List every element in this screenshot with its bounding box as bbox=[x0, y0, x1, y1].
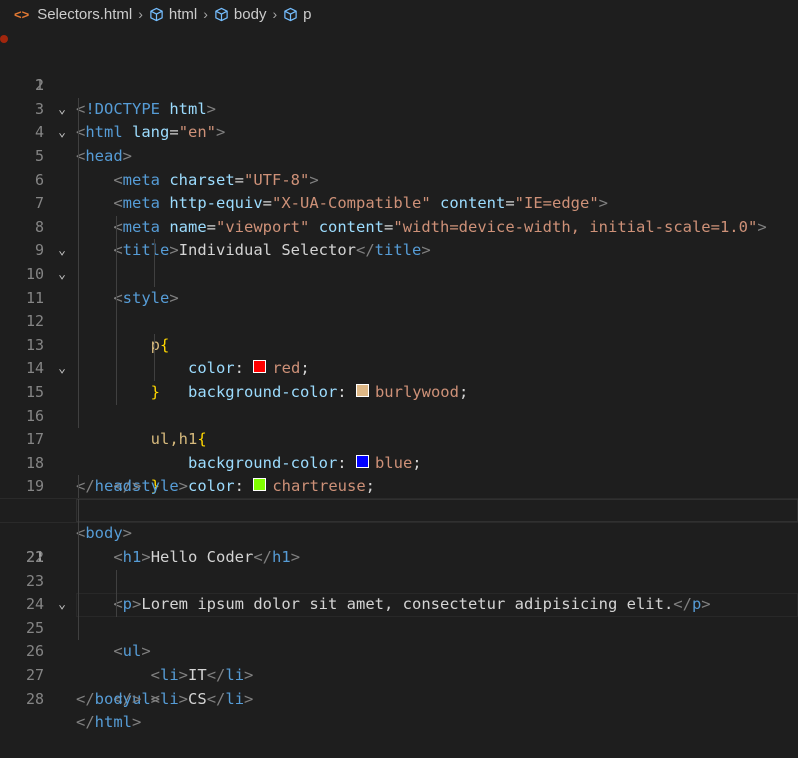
code-line[interactable]: 5 <meta http-equiv="X-UA-Compatible" con… bbox=[0, 121, 798, 212]
code-line[interactable]: 7 <title>Individual Selector</title> bbox=[0, 168, 798, 259]
code-line[interactable]: 10 color: red; bbox=[0, 239, 798, 377]
code-line[interactable]: 19 ⌄ <body> bbox=[0, 452, 798, 542]
indent-guide bbox=[78, 498, 79, 523]
breadcrumb-label: body bbox=[233, 5, 267, 23]
code-line[interactable]: 15 color: chartreuse; bbox=[0, 357, 798, 495]
indent-guide bbox=[78, 310, 79, 334]
code-line[interactable]: 2 ⌄ <html lang="en"> bbox=[0, 51, 798, 141]
breadcrumb-file[interactable]: Selectors.html bbox=[37, 6, 132, 23]
code-line[interactable]: 22 bbox=[0, 522, 798, 566]
breadcrumb-label: p bbox=[303, 5, 312, 23]
indent-guide bbox=[154, 262, 155, 287]
indent-guide bbox=[116, 239, 117, 263]
code-line[interactable]: 20 <h1>Hello Coder</h1> bbox=[0, 475, 798, 566]
indent-guide bbox=[154, 333, 155, 358]
indent-guide bbox=[116, 262, 117, 287]
code-line[interactable]: 17 </style> bbox=[0, 404, 798, 495]
symbol-element-icon bbox=[150, 7, 163, 21]
indent-guide bbox=[78, 144, 79, 169]
code-editor[interactable]: <> Selectors.html › html › body › p 1 <!… bbox=[0, 0, 798, 732]
chevron-right-icon: › bbox=[138, 6, 143, 22]
chevron-right-icon: › bbox=[272, 6, 278, 22]
indent-guide bbox=[78, 380, 79, 405]
breadcrumb-item-body[interactable]: body bbox=[214, 5, 267, 23]
code-line[interactable]: 8 ⌄ <style> bbox=[0, 192, 798, 307]
indent-guide bbox=[78, 569, 79, 594]
code-line[interactable]: 26 </ul> bbox=[0, 616, 798, 708]
code-line[interactable]: 3 ⌄ <head> bbox=[0, 74, 798, 165]
code-line[interactable]: 12 } bbox=[0, 286, 798, 401]
current-line-highlight bbox=[76, 498, 798, 523]
indent-guide bbox=[154, 239, 155, 263]
breakpoint-icon[interactable] bbox=[0, 35, 8, 43]
indent-guide bbox=[78, 357, 79, 381]
indent-guide bbox=[78, 239, 79, 263]
code-line[interactable]: 27 </body> bbox=[0, 640, 798, 708]
indent-guide bbox=[116, 286, 117, 311]
line-content: </body> bbox=[76, 689, 142, 708]
indent-guide bbox=[78, 121, 79, 145]
indent-guide bbox=[78, 333, 79, 358]
breadcrumb: <> Selectors.html › html › body › p bbox=[0, 0, 798, 28]
code-line[interactable]: 1 <!DOCTYPE html> bbox=[0, 27, 798, 118]
indent-guide bbox=[116, 569, 117, 594]
breadcrumb-item-html[interactable]: html bbox=[149, 6, 197, 23]
breadcrumb-label: html bbox=[168, 5, 198, 23]
indent-guide bbox=[116, 310, 117, 334]
line-number: 28 bbox=[25, 689, 44, 708]
code-line[interactable]: 14 background-color: blue; bbox=[0, 333, 798, 472]
indent-guide bbox=[78, 286, 79, 311]
indent-guide bbox=[154, 357, 155, 381]
indent-guide bbox=[78, 215, 79, 240]
code-lines[interactable]: 1 <!DOCTYPE html> 2 ⌄ <html lang="en"> 3… bbox=[0, 27, 798, 732]
indent-guide bbox=[116, 593, 117, 617]
indent-guide bbox=[116, 333, 117, 358]
indent-guide bbox=[78, 97, 79, 122]
code-line[interactable]: 25 <li>CS</li> bbox=[0, 593, 798, 708]
line-content: </html> bbox=[76, 713, 142, 732]
indent-guide bbox=[78, 192, 79, 216]
code-line[interactable]: 16 } bbox=[0, 380, 798, 495]
code-line[interactable]: 23 ⌄ <ul> bbox=[0, 546, 798, 660]
indent-guide bbox=[78, 404, 79, 429]
code-line[interactable]: 18 </head> bbox=[0, 428, 798, 496]
indent-guide bbox=[78, 168, 79, 193]
chevron-right-icon: › bbox=[203, 6, 208, 22]
code-line[interactable]: 28 </html> bbox=[0, 664, 798, 732]
indent-guide bbox=[116, 215, 117, 240]
indent-guide bbox=[78, 522, 79, 547]
indent-guide bbox=[116, 380, 117, 405]
code-line-current[interactable]: 21 <p>Lorem ipsum dolor sit amet, consec… bbox=[0, 497, 798, 613]
indent-guide bbox=[78, 262, 79, 287]
breadcrumb-item-p[interactable]: p bbox=[283, 6, 311, 23]
indent-guide bbox=[78, 616, 79, 641]
code-line[interactable]: 6 <meta name="viewport" content="width=d… bbox=[0, 144, 798, 236]
indent-guide bbox=[116, 357, 117, 381]
indent-guide bbox=[78, 475, 79, 499]
symbol-element-icon bbox=[215, 7, 228, 21]
indent-guide bbox=[78, 593, 79, 617]
html-file-icon: <> bbox=[14, 6, 30, 22]
indent-guide bbox=[78, 546, 79, 570]
code-line[interactable]: 11 background-color: burlywood; bbox=[0, 262, 798, 401]
code-line[interactable]: 9 ⌄ p{ bbox=[0, 215, 798, 354]
code-line[interactable]: 4 <meta charset="UTF-8"> bbox=[0, 97, 798, 189]
symbol-element-icon bbox=[284, 7, 297, 21]
code-line[interactable]: 24 <li>IT</li> bbox=[0, 569, 798, 684]
code-line[interactable]: 13 ⌄ ul,h1{ bbox=[0, 310, 798, 448]
